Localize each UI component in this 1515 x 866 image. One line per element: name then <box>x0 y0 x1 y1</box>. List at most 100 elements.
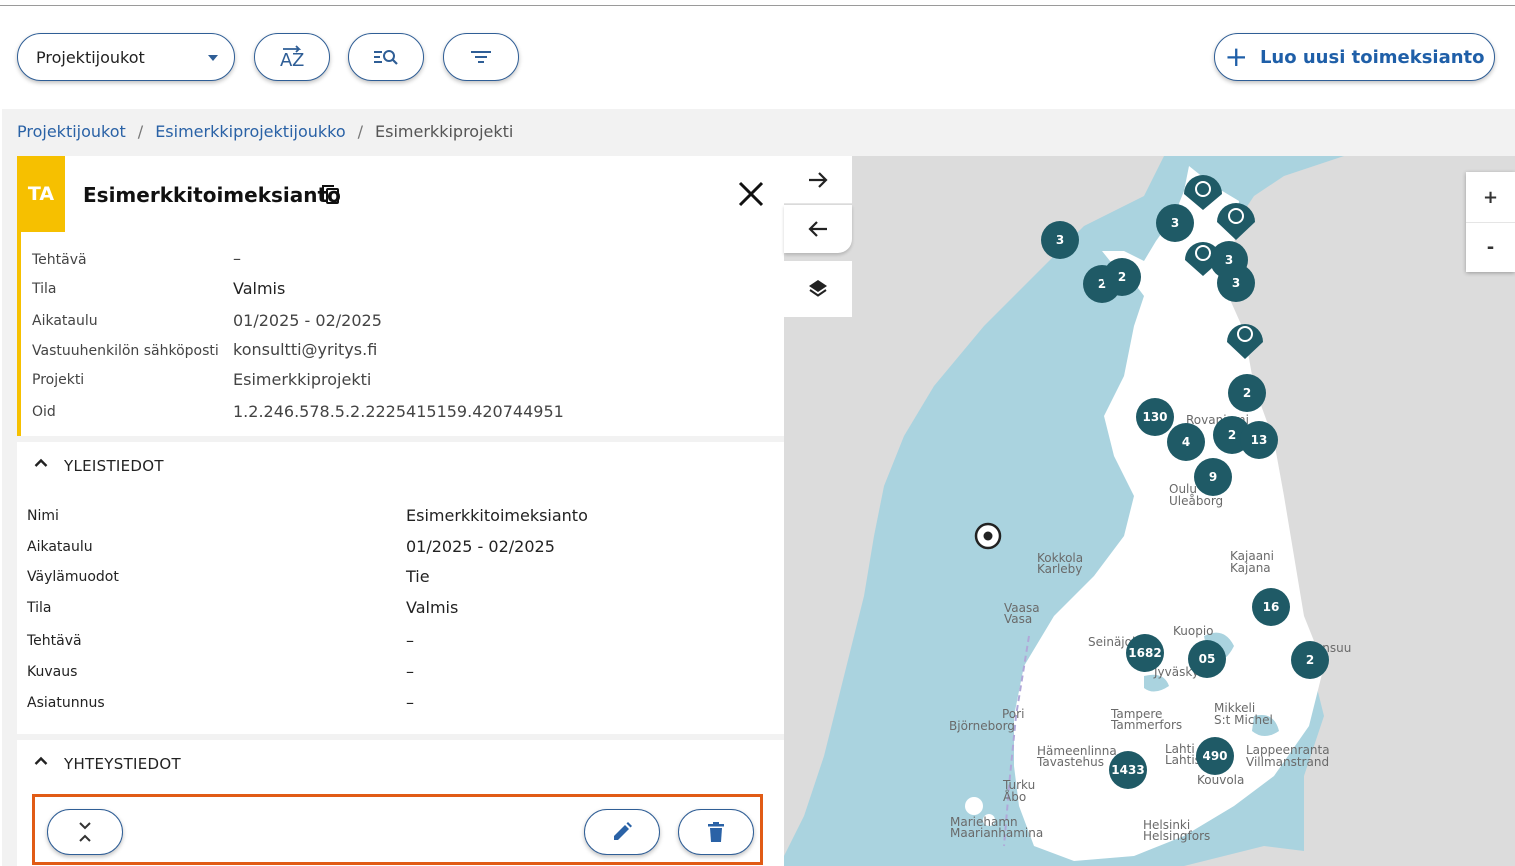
svg-text:9: 9 <box>1209 470 1217 484</box>
svg-text:2: 2 <box>1228 428 1236 442</box>
expand-map-button[interactable] <box>784 156 852 204</box>
create-assignment-label: Luo uusi toimeksianto <box>1259 46 1485 68</box>
svg-text:130: 130 <box>1142 410 1167 424</box>
general-details: Nimi Esimerkkitoimeksianto Aikataulu 01/… <box>17 490 784 734</box>
summary-label: Aikataulu <box>32 313 98 329</box>
map-place-label: Kouvola <box>1197 773 1244 787</box>
section-contact-header[interactable]: YHTEYSTIEDOT <box>17 740 784 786</box>
summary-block: Tehtävä – Tila Valmis Aikataulu 01/2025 … <box>17 232 784 436</box>
zoom-out-button[interactable]: - <box>1466 222 1515 272</box>
map-place-label: Karleby <box>1037 562 1082 576</box>
breadcrumb-link[interactable]: Projektijoukot <box>17 122 126 141</box>
collapse-all-button[interactable] <box>47 809 123 855</box>
map-cluster[interactable]: 16 <box>1252 588 1290 626</box>
zoom-in-button[interactable]: + <box>1466 172 1515 222</box>
sort-az-icon: A Z <box>280 45 304 70</box>
map-cluster[interactable]: 130 <box>1136 398 1174 436</box>
summary-label: Tila <box>32 281 57 297</box>
svg-text:Z: Z <box>292 50 304 70</box>
collapse-map-button[interactable] <box>784 205 852 253</box>
map-place-label: Lahtis <box>1165 753 1201 767</box>
caret-down-icon <box>208 55 218 61</box>
summary-label: Tehtävä <box>32 252 87 268</box>
delete-button[interactable] <box>678 809 754 855</box>
map-cluster[interactable]: 2 <box>1228 374 1266 412</box>
svg-text:2: 2 <box>1118 270 1126 284</box>
svg-text:4: 4 <box>1182 435 1190 449</box>
summary-label: Oid <box>32 404 56 420</box>
breadcrumb-link[interactable]: Esimerkkiprojektijoukko <box>155 122 345 141</box>
map-cluster[interactable]: 3 <box>1041 221 1079 259</box>
detail-label: Tila <box>27 600 52 616</box>
create-assignment-button[interactable]: + Luo uusi toimeksianto <box>1214 33 1495 81</box>
summary-label: Projekti <box>32 372 85 388</box>
summary-value: Esimerkkiprojekti <box>233 370 372 389</box>
close-icon[interactable] <box>737 180 765 208</box>
type-badge: TA <box>17 156 65 232</box>
locate-icon[interactable] <box>974 522 1002 550</box>
map-cluster[interactable]: 05 <box>1188 640 1226 678</box>
map-cluster[interactable]: 13 <box>1240 421 1278 459</box>
summary-value: – <box>233 249 241 268</box>
detail-label: Tehtävä <box>27 633 82 649</box>
map-place-label: Åbo <box>1003 789 1026 804</box>
detail-value: – <box>406 662 414 681</box>
breadcrumb: Projektijoukot / Esimerkkiprojektijoukko… <box>17 122 513 141</box>
map-cluster[interactable]: 3 <box>1156 204 1194 242</box>
map-cluster[interactable]: 3 <box>1217 264 1255 302</box>
summary-value: 01/2025 - 02/2025 <box>233 311 382 330</box>
layers-button[interactable] <box>784 261 852 317</box>
svg-text:16: 16 <box>1263 600 1280 614</box>
map-cluster[interactable]: 4 <box>1167 423 1205 461</box>
breadcrumb-current: Esimerkkiprojekti <box>375 122 514 141</box>
edit-button[interactable] <box>584 809 660 855</box>
chevron-up-icon <box>34 458 48 467</box>
copy-icon[interactable] <box>320 183 342 207</box>
section-general-label: YLEISTIEDOT <box>64 457 164 475</box>
svg-text:2: 2 <box>1306 653 1314 667</box>
map-place-label: Villmanstrand <box>1246 755 1329 769</box>
svg-text:3: 3 <box>1056 233 1064 247</box>
map-view[interactable]: Rovaniemi Oulu Uleåborg Kajaani Kajana K… <box>784 156 1515 866</box>
detail-value: Tie <box>406 567 430 586</box>
breadcrumb-separator: / <box>137 122 144 141</box>
edit-icon <box>614 822 632 840</box>
arrow-left-icon <box>808 221 827 237</box>
project-type-select[interactable]: Projektijoukot <box>17 33 235 81</box>
svg-text:1682: 1682 <box>1128 646 1161 660</box>
map-place-label: Maarianhamina <box>950 826 1043 840</box>
assignment-panel: TA Esimerkkitoimeksianto Tehtävä – Tila … <box>17 156 784 866</box>
map-place-label: Björneborg <box>949 719 1015 733</box>
map-place-label: S:t Michel <box>1214 713 1273 727</box>
map-cluster[interactable]: 2 <box>1291 641 1329 679</box>
filter-button[interactable] <box>443 33 519 81</box>
detail-label: Nimi <box>27 508 59 524</box>
layers-icon <box>809 280 827 297</box>
search-list-button[interactable] <box>348 33 424 81</box>
search-list-icon <box>374 50 398 65</box>
action-bar <box>32 794 763 865</box>
summary-value: Valmis <box>233 279 286 298</box>
detail-value: – <box>406 693 414 712</box>
zoom-control: + - <box>1466 172 1515 272</box>
collapse-all-icon <box>79 822 91 842</box>
detail-label: Asiatunnus <box>27 695 105 711</box>
map-canvas: Rovaniemi Oulu Uleåborg Kajaani Kajana K… <box>784 156 1515 866</box>
svg-text:1433: 1433 <box>1111 763 1144 777</box>
chevron-up-icon <box>34 756 48 765</box>
svg-text:490: 490 <box>1202 749 1227 763</box>
map-cluster[interactable]: 490 <box>1196 737 1234 775</box>
map-cluster[interactable]: 9 <box>1194 458 1232 496</box>
map-cluster[interactable]: 1682 <box>1126 634 1164 672</box>
detail-value: – <box>406 631 414 650</box>
svg-text:05: 05 <box>1199 652 1216 666</box>
section-general-header[interactable]: YLEISTIEDOT <box>17 442 784 490</box>
breadcrumb-separator: / <box>357 122 364 141</box>
map-place-label: Tavastehus <box>1036 755 1104 769</box>
sort-az-button[interactable]: A Z <box>254 33 330 81</box>
map-place-label: Uleåborg <box>1169 494 1223 508</box>
map-place-label: Kuopio <box>1173 624 1214 638</box>
map-cluster[interactable]: 2 <box>1103 258 1141 296</box>
project-type-select-value: Projektijoukot <box>36 47 145 67</box>
map-cluster[interactable]: 1433 <box>1109 751 1147 789</box>
